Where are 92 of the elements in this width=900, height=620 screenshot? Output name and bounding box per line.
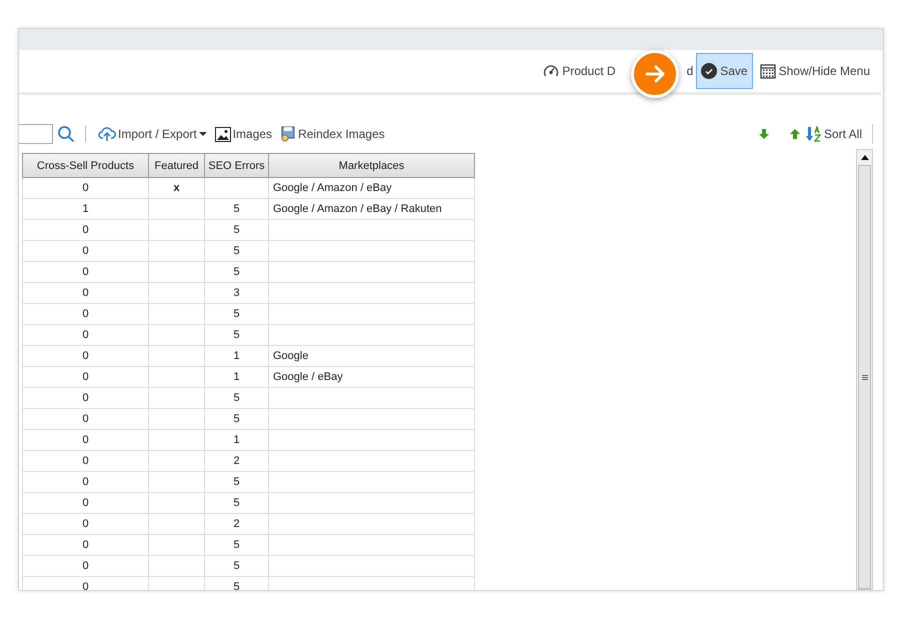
save-button[interactable]: Save	[696, 53, 753, 89]
table-cell: 5	[205, 262, 269, 283]
table-cell: x	[149, 178, 205, 199]
table-cell	[149, 556, 205, 577]
table-cell: 0	[22, 493, 149, 514]
table-cell	[149, 409, 205, 430]
images-button[interactable]: Images	[212, 126, 274, 142]
search-field[interactable]	[19, 124, 53, 144]
table-cell	[149, 262, 205, 283]
arrow-right-icon	[644, 63, 666, 85]
sort-all-button[interactable]: Sort All	[804, 126, 864, 142]
table-cell: 0	[22, 367, 149, 388]
table-cell: 5	[205, 220, 269, 241]
table-cell: 5	[205, 304, 269, 325]
table-cell: Google	[269, 346, 475, 367]
grip-icon	[862, 374, 868, 380]
table-cell: 0	[22, 577, 149, 590]
table-cell: 1	[22, 199, 149, 220]
table-cell: 5	[205, 535, 269, 556]
menu-button[interactable]: Show/Hide Menu	[754, 53, 875, 89]
table-cell	[149, 241, 205, 262]
table-cell: 0	[22, 283, 149, 304]
table-cell: 1	[205, 346, 269, 367]
table-cell	[149, 493, 205, 514]
calendar-icon	[760, 63, 776, 79]
table-cell	[205, 178, 269, 199]
table-cell: 3	[205, 283, 269, 304]
column-header[interactable]: Marketplaces	[269, 153, 475, 178]
search-icon[interactable]	[57, 125, 75, 143]
table-cell: 0	[22, 388, 149, 409]
table-cell: 1	[205, 430, 269, 451]
table-cell: 2	[205, 451, 269, 472]
table-cell	[149, 472, 205, 493]
button-label-fragment: d	[686, 64, 694, 78]
column-header[interactable]: SEO Errors	[205, 153, 269, 178]
table-cell: 0	[22, 325, 149, 346]
table-cell	[149, 325, 205, 346]
table-cell: 0	[22, 304, 149, 325]
table-cell	[149, 367, 205, 388]
table-cell: 0	[22, 430, 149, 451]
product-button[interactable]: Product D	[538, 53, 621, 89]
table-cell: 0	[22, 514, 149, 535]
table-cell: 5	[205, 241, 269, 262]
table-cell: Google / Amazon / eBay / Rakuten	[269, 199, 475, 220]
table-cell: Google / eBay	[269, 367, 475, 388]
table-cell	[149, 388, 205, 409]
floppy-disk-icon	[280, 126, 296, 142]
caret-icon	[198, 130, 207, 138]
table-cell: 2	[205, 514, 269, 535]
reindex-images-button[interactable]: Reindex Images	[278, 126, 387, 142]
table-cell	[149, 346, 205, 367]
table-cell	[149, 535, 205, 556]
table-cell: 5	[205, 409, 269, 430]
arrow-down-icon[interactable]	[758, 129, 769, 139]
table-cell: 5	[205, 472, 269, 493]
table-cell	[149, 430, 205, 451]
table-cell: 0	[22, 241, 149, 262]
table-cell: 5	[205, 577, 269, 590]
import-export-button[interactable]: Import / Export	[96, 126, 209, 142]
table-cell: 0	[22, 346, 149, 367]
table-cell: 5	[205, 493, 269, 514]
table-cell: 0	[22, 178, 149, 199]
table-cell: 5	[205, 556, 269, 577]
sort-icon	[806, 126, 822, 142]
cloud-upload-icon	[98, 126, 116, 142]
table-cell: 0	[22, 262, 149, 283]
column-header[interactable]: Cross-Sell Products	[22, 153, 149, 178]
table-cell	[149, 451, 205, 472]
scroll-up-icon[interactable]	[860, 155, 868, 160]
table-cell	[149, 220, 205, 241]
table-cell	[149, 283, 205, 304]
image-icon	[214, 126, 231, 142]
table-cell	[149, 514, 205, 535]
table-cell: 5	[205, 325, 269, 346]
check-icon	[701, 63, 718, 79]
table-cell: 0	[22, 472, 149, 493]
table-cell: 0	[22, 220, 149, 241]
next-step-badge[interactable]	[631, 50, 679, 98]
table-cell: 5	[205, 199, 269, 220]
scrollbar[interactable]	[856, 149, 873, 590]
table-cell: 0	[22, 535, 149, 556]
table-cell	[149, 199, 205, 220]
table-cell	[149, 304, 205, 325]
table-cell: Google / Amazon / eBay	[269, 178, 475, 199]
table-cell: 5	[205, 388, 269, 409]
table-cell: 1	[205, 367, 269, 388]
column-header[interactable]: Featured	[149, 153, 205, 178]
gauge-icon	[543, 63, 560, 79]
table-cell: 0	[22, 409, 149, 430]
table-cell: 0	[22, 451, 149, 472]
arrow-up-icon[interactable]	[790, 129, 800, 139]
table-cell: 0	[22, 556, 149, 577]
